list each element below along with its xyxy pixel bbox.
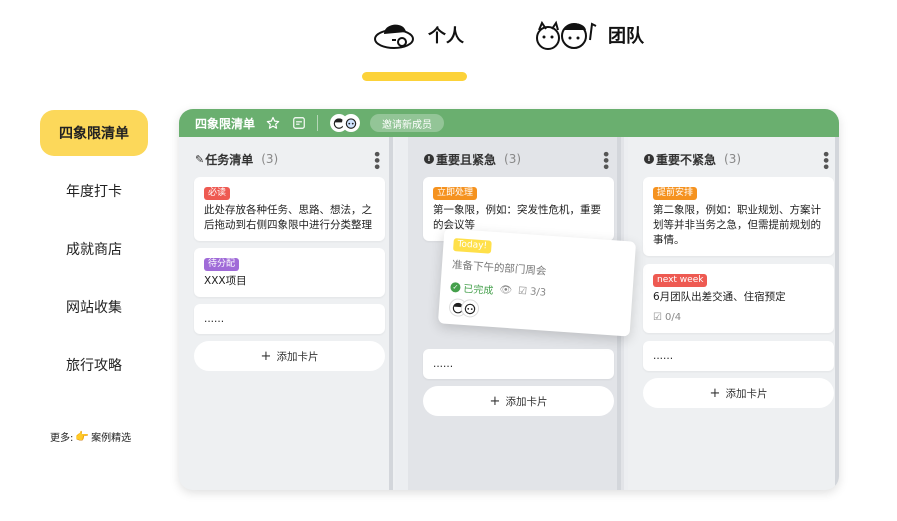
sidebar-item-label: 旅行攻略 [66, 358, 122, 374]
card[interactable]: ...... [194, 304, 385, 334]
add-card-button[interactable]: + 添加卡片 [194, 341, 385, 371]
column-count: (3) [261, 152, 279, 167]
more-cases-link[interactable]: 案例精选 [91, 429, 131, 444]
card-text: 此处存放各种任务、思路、想法，之后拖动到右侧四象限中进行分类整理 [204, 204, 372, 231]
sidebar-item-travel-guide[interactable]: 旅行攻略 [40, 342, 148, 388]
column-more-icon[interactable]: ••• [368, 150, 383, 169]
card-tag: next week [653, 274, 708, 287]
add-card-label: 添加卡片 [725, 387, 768, 400]
card[interactable]: 提前安排 第二象限，例如：职业规划、方案计划等并非当务之急，但需提前规划的事情。 [643, 177, 834, 256]
card[interactable]: 必读 此处存放各种任务、思路、想法，之后拖动到右侧四象限中进行分类整理 [194, 177, 385, 241]
checklist-progress: 3/3 [529, 286, 547, 299]
card-tag: 提前安排 [653, 187, 698, 200]
switch-personal[interactable]: 个人 [372, 18, 464, 52]
switch-team[interactable]: 团队 [532, 18, 644, 52]
board-title: 四象限清单 [195, 116, 256, 131]
card-text: 6月团队出差交通、住宿预定 [653, 291, 786, 303]
card-tag: 必读 [204, 187, 231, 200]
sidebar-item-label: 四象限清单 [59, 126, 129, 142]
info-icon: ! [424, 154, 434, 165]
dragged-card[interactable]: Today! 准备下午的部门周会 ✓ 已完成 👁 ☑ 3/3 [437, 228, 637, 337]
column-title: 任务清单 [205, 152, 254, 167]
checklist-progress: 0/4 [664, 312, 682, 323]
plus-icon: + [489, 393, 501, 409]
add-card-button[interactable]: + 添加卡片 [643, 378, 834, 408]
avatar [460, 298, 480, 318]
info-icon: ! [644, 154, 654, 165]
sidebar-item-label: 网站收集 [66, 300, 122, 316]
card[interactable]: ...... [423, 349, 614, 379]
column-title: 重要不紧急 [656, 152, 717, 167]
plus-icon: + [260, 348, 272, 364]
member-avatars[interactable] [330, 114, 361, 132]
card-text: ...... [433, 358, 454, 370]
sidebar: 四象限清单 年度打卡 成就商店 网站收集 旅行攻略 [40, 110, 148, 400]
column-title: 重要且紧急 [436, 152, 497, 167]
card-checklist: ☑ 0/4 [653, 310, 824, 325]
add-card-button[interactable]: + 添加卡片 [423, 386, 614, 416]
column-scrollbar[interactable] [835, 137, 839, 490]
sidebar-item-label: 成就商店 [66, 242, 122, 258]
switch-personal-label: 个人 [428, 26, 464, 47]
column-header: ✎ 任务清单 (3) ••• [195, 150, 383, 169]
completed-status: ✓ 已完成 [450, 279, 494, 297]
card-tag: Today! [452, 238, 492, 254]
card[interactable]: ...... [643, 341, 834, 371]
column-header: ! 重要不紧急 (3) ••• [644, 150, 832, 169]
sidebar-item-achievement-shop[interactable]: 成就商店 [40, 226, 148, 272]
avatar [342, 114, 361, 132]
column-header: ! 重要且紧急 (3) ••• [424, 150, 612, 169]
card-checklist: ☑ 3/3 [518, 286, 547, 299]
column-more-icon[interactable]: ••• [817, 150, 832, 169]
checklist-icon: ☑ [653, 312, 662, 323]
checklist-icon: ☑ [517, 285, 528, 298]
sidebar-item-annual-checkin[interactable]: 年度打卡 [40, 168, 148, 214]
add-card-label: 添加卡片 [505, 395, 548, 408]
column-task-list: ✎ 任务清单 (3) ••• 必读 此处存放各种任务、思路、想法，之后拖动到右侧… [179, 137, 395, 490]
card-text: 第二象限，例如：职业规划、方案计划等并非当务之急，但需提前规划的事情。 [653, 204, 821, 246]
column-scrollbar[interactable] [389, 137, 393, 490]
board-header: 四象限清单 邀请新成员 [179, 109, 839, 137]
card-text: XXX项目 [204, 275, 247, 287]
column-more-icon[interactable]: ••• [597, 150, 612, 169]
switch-team-label: 团队 [608, 26, 644, 47]
sidebar-more: 更多: 👉 案例精选 [50, 429, 131, 444]
column-important-not-urgent: ! 重要不紧急 (3) ••• 提前安排 第二象限，例如：职业规划、方案计划等并… [628, 137, 839, 490]
pencil-icon: ✎ [195, 152, 205, 166]
team-doodle-icon [536, 20, 597, 50]
sidebar-item-quadrant-list[interactable]: 四象限清单 [40, 110, 148, 156]
pointing-hand-icon: 👉 [75, 430, 90, 443]
invite-member-button[interactable]: 邀请新成员 [370, 114, 445, 132]
plus-icon: + [709, 385, 721, 401]
check-circle-icon: ✓ [450, 281, 461, 293]
sidebar-item-website-collection[interactable]: 网站收集 [40, 284, 148, 330]
column-count: (3) [504, 152, 522, 167]
column-count: (3) [724, 152, 742, 167]
add-card-label: 添加卡片 [276, 350, 319, 363]
personal-doodle-icon [374, 24, 414, 49]
sidebar-item-label: 年度打卡 [66, 184, 122, 200]
star-icon[interactable] [265, 115, 281, 131]
card-tag: 待分配 [204, 258, 240, 271]
header-divider [317, 115, 319, 131]
description-icon[interactable] [291, 115, 307, 131]
view-switch: 个人 团队 [0, 14, 897, 84]
card-text: ...... [653, 350, 674, 362]
status-text: 已完成 [462, 283, 494, 297]
card-tag: 立即处理 [433, 187, 478, 200]
card-text: ...... [204, 313, 225, 325]
more-prefix: 更多: [50, 433, 74, 444]
card[interactable]: 待分配 XXX项目 [194, 248, 385, 297]
eye-icon: 👁 [499, 284, 513, 297]
card[interactable]: next week 6月团队出差交通、住宿预定 ☑ 0/4 [643, 264, 834, 333]
switch-active-indicator [362, 72, 467, 81]
